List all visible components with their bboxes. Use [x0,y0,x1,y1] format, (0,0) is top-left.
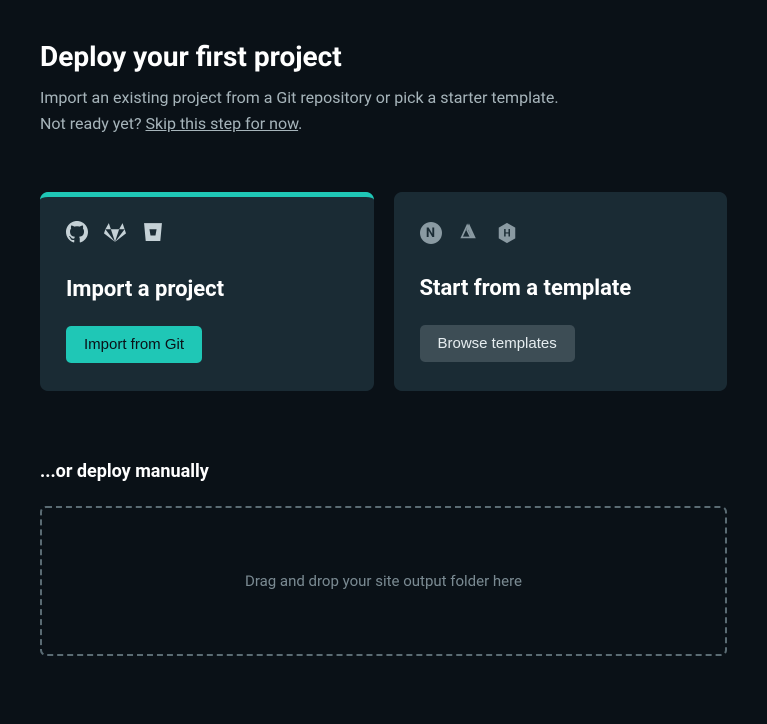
subtitle-line2-prefix: Not ready yet? [40,114,145,133]
subtitle-line2-suffix: . [298,114,302,133]
cards-row: Import a project Import from Git N H Sta… [40,192,727,391]
dropzone[interactable]: Drag and drop your site output folder he… [40,506,727,656]
subtitle: Import an existing project from a Git re… [40,85,727,136]
import-card-title: Import a project [66,277,348,302]
browse-templates-button[interactable]: Browse templates [420,325,575,362]
import-card: Import a project Import from Git [40,192,374,391]
manual-heading: ...or deploy manually [40,461,727,482]
template-icon-row: N H [420,220,702,246]
subtitle-line1: Import an existing project from a Git re… [40,88,559,107]
skip-link[interactable]: Skip this step for now [145,114,298,133]
github-icon [66,221,88,247]
import-icon-row [66,221,348,247]
hugo-icon: H [496,222,518,244]
nextjs-icon: N [420,222,442,244]
nuxt-icon [458,220,480,246]
template-card: N H Start from a template Browse templat… [394,192,728,391]
svg-text:H: H [503,229,510,240]
gitlab-icon [104,221,126,247]
dropzone-text: Drag and drop your site output folder he… [245,572,522,590]
bitbucket-icon [142,221,164,247]
manual-section: ...or deploy manually Drag and drop your… [40,461,727,656]
page-title: Deploy your first project [40,40,727,73]
import-from-git-button[interactable]: Import from Git [66,326,202,363]
template-card-title: Start from a template [420,276,702,301]
